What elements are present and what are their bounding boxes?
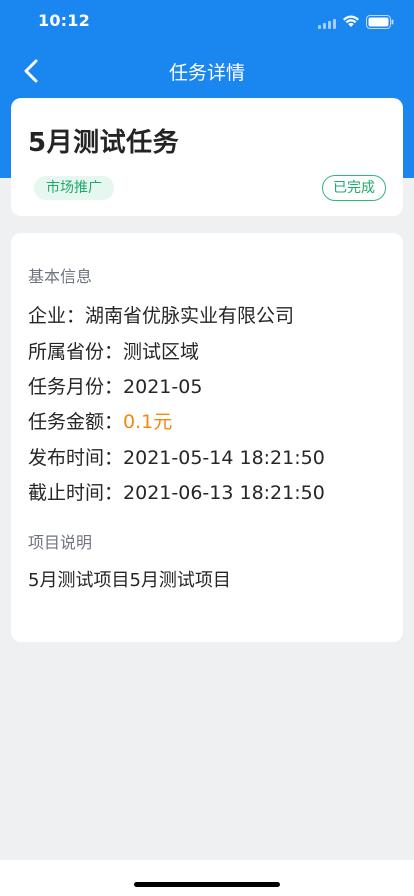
basic-info-title: 基本信息 [28,267,93,286]
info-label: 发布时间： [28,447,124,469]
category-tag: 市场推广 [34,176,114,200]
info-row-province: 所属省份：测试区域 [28,337,199,364]
battery-icon [366,15,394,29]
status-time: 10:12 [38,11,90,30]
info-label: 所属省份： [28,341,124,363]
info-label: 截止时间： [28,482,124,504]
info-value: 2021-05-14 18:21:50 [123,447,325,469]
home-indicator[interactable] [134,882,280,887]
project-description: 5月测试项目5月测试项目 [28,570,231,591]
info-value: 测试区域 [123,341,200,363]
bottom-safe-area [0,860,414,896]
info-value: 湖南省优脉实业有限公司 [85,305,295,327]
info-value: 2021-05 [123,376,203,398]
info-row-company: 企业：湖南省优脉实业有限公司 [28,301,294,328]
task-info-card: 基本信息 企业：湖南省优脉实业有限公司 所属省份：测试区域 任务月份：2021-… [11,233,403,642]
project-description-title: 项目说明 [28,533,93,552]
amount-value: 0.1元 [123,411,173,433]
info-row-amount: 任务金额：0.1元 [28,407,172,434]
page-title: 任务详情 [168,62,245,84]
info-label: 企业： [28,305,86,327]
info-row-deadline: 截止时间：2021-06-13 18:21:50 [28,478,325,505]
task-summary-card: 5月测试任务 市场推广 已完成 [11,98,403,216]
info-row-publish-time: 发布时间：2021-05-14 18:21:50 [28,443,325,470]
info-value: 2021-06-13 18:21:50 [123,482,325,504]
info-label: 任务金额： [28,411,124,433]
status-bar: 10:12 [0,0,414,44]
info-label: 任务月份： [28,376,124,398]
wifi-icon [343,15,359,27]
signal-icon [318,19,336,29]
status-badge: 已完成 [322,175,386,201]
task-title: 5月测试任务 [28,128,180,158]
info-row-month: 任务月份：2021-05 [28,372,202,399]
navigation-bar: 任务详情 [0,44,414,98]
